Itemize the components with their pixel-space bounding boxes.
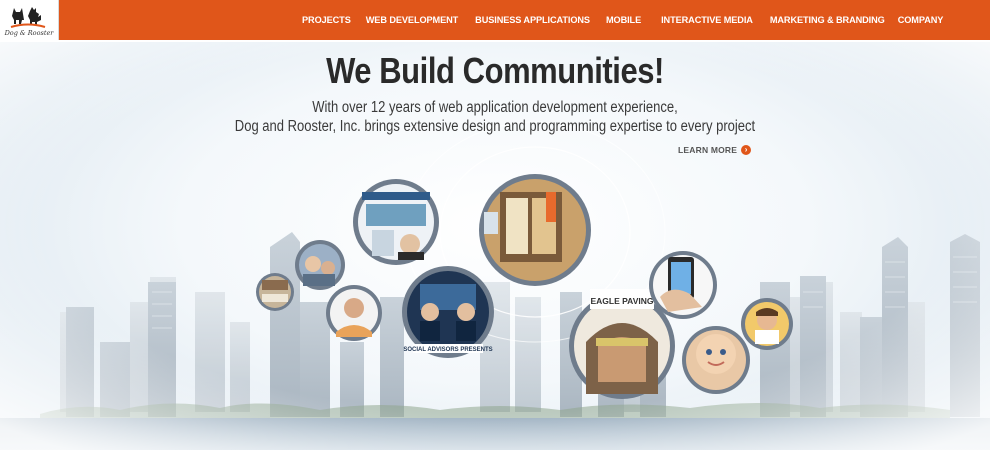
nav-company[interactable]: Company [898,15,944,25]
baby-photo-bubble[interactable] [682,326,750,394]
blogger-photo-bubble[interactable] [326,285,382,341]
mobile-phone-bubble[interactable] [649,251,717,319]
bubble-caption: EAGLE PAVING [591,296,654,306]
hero-subtitle-line2: Dog and Rooster, Inc. brings extensive d… [234,118,756,135]
nav-interactive-media[interactable]: Interactive Media [661,15,753,25]
main-nav: Projects Web Development Business Applic… [302,0,943,40]
kid-photo-bubble[interactable] [741,298,793,350]
hero-subtitle-line1: With over 12 years of web application de… [312,99,678,116]
dog-rooster-icon [10,7,46,28]
nav-marketing-branding[interactable]: Marketing & Branding [770,15,885,25]
financial-advisors-bubble[interactable]: SOCIAL ADVISORS PRESENTS [402,266,494,358]
learn-more-link[interactable]: LEARN MORE › [678,145,752,155]
logo[interactable]: Dog & Rooster [0,0,59,40]
office-interior-bubble[interactable] [479,174,591,286]
nav-business-applications[interactable]: Business Applications [475,15,590,25]
arrow-right-icon: › [741,145,752,155]
learn-more-label: LEARN MORE [678,145,738,155]
hero-title: We Build Communities! [326,50,664,91]
couple-photo-bubble[interactable] [295,240,345,290]
logo-text: Dog & Rooster [4,29,54,37]
nav-mobile[interactable]: Mobile [606,15,641,25]
medical-site-bubble[interactable] [353,179,439,265]
web-project-bubble[interactable] [256,273,294,311]
top-navbar: Dog & Rooster Projects Web Development B… [0,0,990,42]
hero-banner: SOCIAL ADVISORS PRESENTS EAGLE PAVING We… [0,42,990,450]
nav-projects[interactable]: Projects [302,15,351,25]
hero-subtitle: With over 12 years of web application de… [79,98,911,136]
nav-web-development[interactable]: Web Development [366,15,459,25]
bubble-caption: SOCIAL ADVISORS PRESENTS [403,347,492,353]
